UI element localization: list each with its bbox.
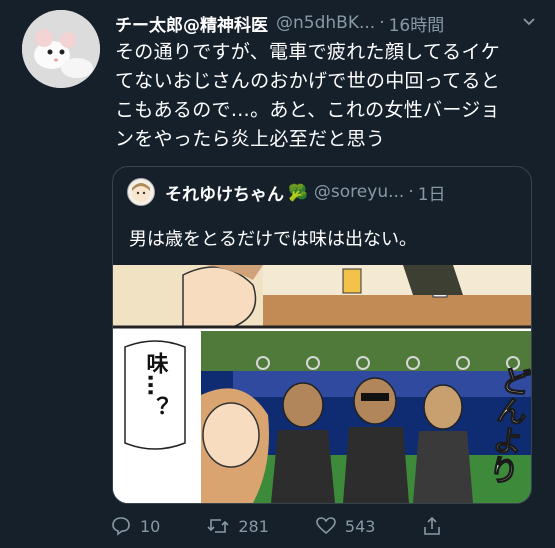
manga-image[interactable]: 味…？ どんより <box>113 265 531 503</box>
share-icon <box>424 516 441 535</box>
like-button[interactable]: 543 <box>315 515 376 537</box>
retweet-icon <box>207 519 229 533</box>
chevron-down-icon[interactable] <box>521 14 537 34</box>
tweet-time[interactable]: 16時間 <box>389 11 445 36</box>
tweet-text-line: こもあるので…。あと、これの女性バージョ <box>115 99 500 121</box>
author-avatar[interactable] <box>22 10 100 88</box>
mouse-avatar-image <box>22 10 100 88</box>
tweet-header: チー太郎@精神科医 @n5dhBK... · 16時間 <box>115 10 541 36</box>
tweet-text: その通りですが、電車で疲れた顔してるイケ てないおじさんのおかげで世の中回ってる… <box>115 38 545 154</box>
quoted-tweet[interactable]: それゆけちゃん 🥦 @soreyu... · 1日 男は歳をとるだけでは味は出な… <box>112 166 532 504</box>
like-count: 543 <box>344 516 376 536</box>
quoted-tweet-text: 男は歳をとるだけでは味は出ない。 <box>129 229 417 250</box>
tweet-actions: 10 281 543 <box>110 512 505 540</box>
tweet-text-line: てないおじさんのおかげで世の中回ってると <box>115 70 501 92</box>
broccoli-icon: 🥦 <box>288 182 308 202</box>
quoted-author-handle: @soreyu... <box>313 182 405 202</box>
quoted-tweet-time: 1日 <box>417 184 446 205</box>
separator-dot: · <box>379 13 385 33</box>
separator-dot: · <box>408 182 414 202</box>
tweet-text-line: ンをやったら炎上必至だと思う <box>115 128 386 150</box>
quoted-author-avatar <box>127 178 155 206</box>
reply-icon <box>112 517 130 536</box>
author-handle[interactable]: @n5dhBK... <box>276 13 375 33</box>
speech-bubble-text: 味…？ <box>143 352 168 418</box>
quoted-tweet-header: それゆけちゃん 🥦 @soreyu... · 1日 <box>127 178 521 206</box>
share-button[interactable] <box>421 515 451 537</box>
reply-button[interactable]: 10 <box>110 515 160 537</box>
reply-count: 10 <box>140 516 161 536</box>
heart-icon <box>316 517 336 535</box>
retweet-count: 281 <box>238 516 269 536</box>
retweet-button[interactable]: 281 <box>206 515 269 537</box>
tweet-text-line: その通りですが、電車で疲れた顔してるイケ <box>115 41 501 63</box>
quoted-author-name: それゆけちゃん <box>165 184 284 205</box>
author-name[interactable]: チー太郎@精神科医 <box>115 11 268 36</box>
